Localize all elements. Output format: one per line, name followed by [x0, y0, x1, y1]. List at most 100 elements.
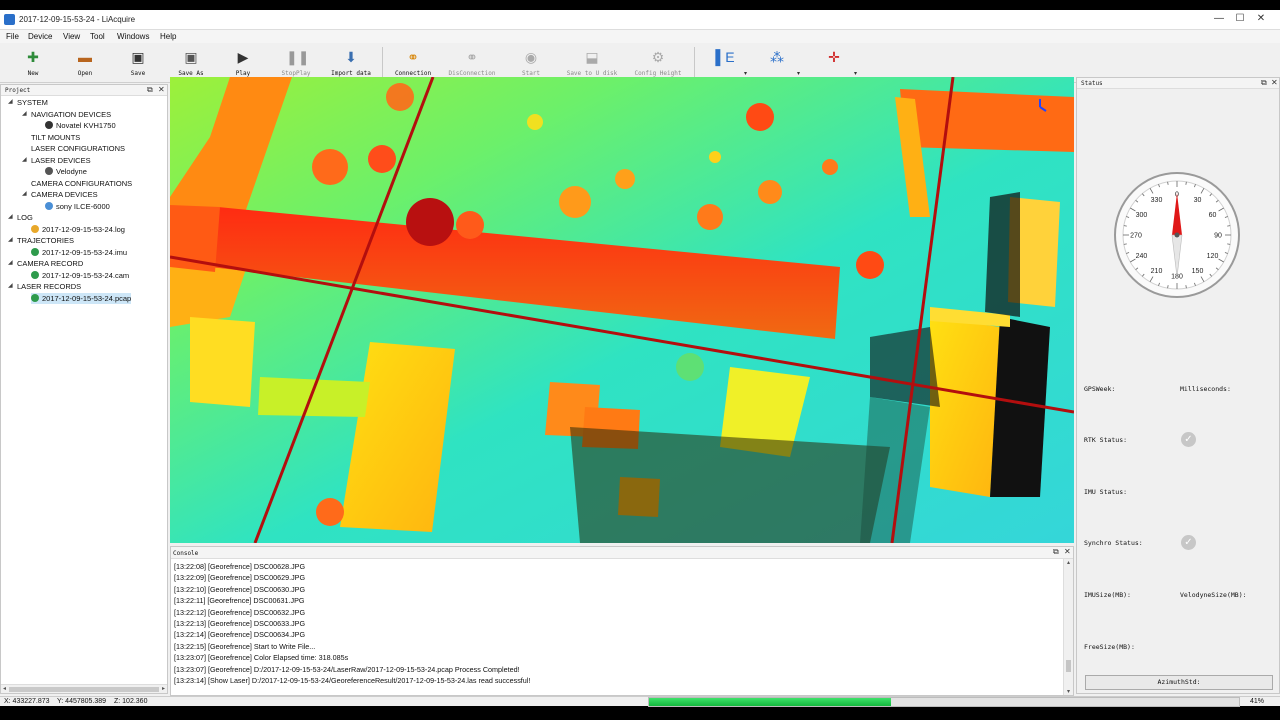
scrollbar-thumb[interactable] — [9, 687, 159, 692]
config-height-button[interactable]: ⚙ Config Height — [628, 45, 688, 81]
tree-item[interactable]: 2017-12-09-15-53-24.log — [31, 224, 125, 235]
tree-item[interactable]: ◢ LASER DEVICES — [22, 155, 91, 166]
console-line: [13:23:07] [Georefrence] Color Elapsed t… — [174, 653, 349, 663]
crosshair-button[interactable]: ✛ — [822, 45, 846, 81]
floppy-disk-icon: ▣ — [131, 49, 145, 65]
tree-item[interactable]: Velodyne — [45, 166, 87, 177]
scroll-down-icon[interactable]: ▾ — [1064, 688, 1073, 695]
camera-device-icon — [45, 201, 53, 210]
pause-icon: ❚❚ — [286, 49, 310, 65]
tree-item[interactable]: ◢ SYSTEM — [8, 97, 48, 108]
status-panel-header: Status ⧉ ✕ — [1077, 78, 1279, 89]
console-line: [13:22:13] [Georefrence] DSC00633.JPG — [174, 619, 306, 628]
title-bar: 2017-12-09-15-53-24 - LiAcquire — ☐ ✕ — [0, 10, 1280, 30]
compass-tick — [1227, 243, 1231, 245]
menu-help[interactable]: Help — [160, 32, 176, 41]
cam-file-icon — [31, 270, 39, 279]
tree-item-label: SYSTEM — [17, 98, 48, 107]
nav-device-icon — [45, 121, 53, 129]
tree-item[interactable]: 2017-12-09-15-53-24.pcap — [31, 292, 132, 304]
tree-item[interactable]: ◢ NAVIGATION DEVICES — [22, 109, 111, 120]
expand-toggle-icon[interactable]: ◢ — [8, 281, 13, 292]
menu-windows[interactable]: Windows — [117, 32, 149, 41]
synchro-status-label: Synchro Status: — [1084, 539, 1143, 547]
start-button[interactable]: ◉ Start — [516, 45, 546, 81]
expand-toggle-icon[interactable]: ◢ — [22, 155, 27, 166]
close-button[interactable]: ✕ — [1252, 12, 1270, 26]
point-cloud-button[interactable]: ⁂ — [765, 45, 789, 81]
chevron-down-icon[interactable]: ▾ — [797, 70, 800, 77]
maximize-button[interactable]: ☐ — [1231, 12, 1249, 26]
usb-disk-icon: ⬓ — [585, 49, 599, 65]
scroll-right-icon[interactable]: ▸ — [162, 685, 165, 694]
tree-item[interactable]: ◢ CAMERA DEVICES — [22, 189, 98, 200]
tree-item[interactable]: ◢ LOG — [8, 212, 33, 223]
tree-item[interactable]: ◢ LASER RECORDS — [8, 281, 82, 292]
disconnection-button[interactable]: ⚭ DisConnection — [444, 45, 500, 81]
save-button[interactable]: ▣ Save — [123, 45, 153, 81]
scroll-up-icon[interactable]: ▴ — [1064, 559, 1073, 566]
expand-toggle-icon[interactable]: ◢ — [8, 235, 13, 246]
play-button[interactable]: ▶ Play — [228, 45, 258, 81]
expand-toggle-icon[interactable]: ◢ — [22, 109, 27, 120]
save-as-button[interactable]: ▣ Save As — [172, 45, 210, 81]
new-button[interactable]: ✚ New — [18, 45, 48, 81]
play-icon: ▶ — [237, 49, 249, 65]
minimize-button[interactable]: — — [1210, 12, 1228, 26]
pcap-file-icon — [31, 293, 39, 302]
vertical-scrollbar[interactable]: ▴ ▾ — [1063, 559, 1073, 695]
console-line: [13:23:14] [Show Laser] D:/2017-12-09-15… — [174, 676, 531, 685]
compass-label: 330 — [1151, 197, 1163, 204]
compass-tick — [1185, 181, 1187, 185]
menu-view[interactable]: View — [63, 32, 80, 41]
float-panel-button[interactable]: ⧉ — [1261, 78, 1267, 88]
horizontal-scrollbar[interactable]: ◂ ▸ — [1, 684, 167, 693]
close-panel-button[interactable]: ✕ — [158, 85, 165, 94]
float-panel-button[interactable]: ⧉ — [1053, 547, 1059, 557]
tree-item-label: sony ILCE-6000 — [56, 201, 110, 211]
tree-item[interactable]: ◢ CAMERA RECORD — [8, 258, 83, 269]
import-data-button[interactable]: ⬇ Import data — [326, 45, 376, 81]
float-panel-button[interactable]: ⧉ — [147, 85, 153, 95]
point-cloud-viewport[interactable] — [170, 77, 1074, 543]
start-icon: ◉ — [524, 49, 538, 65]
tree-item[interactable]: LASER CONFIGURATIONS — [31, 143, 125, 154]
tree-item[interactable]: TILT MOUNTS — [31, 132, 80, 143]
tree-item[interactable]: sony ILCE-6000 — [45, 201, 110, 212]
tree-item-label: TRAJECTORIES — [17, 236, 74, 245]
gear-icon: ⚙ — [651, 49, 665, 65]
expand-toggle-icon[interactable]: ◢ — [8, 97, 13, 108]
save-to-u-disk-button[interactable]: ⬓ Save to U disk — [561, 45, 623, 81]
tree-item[interactable]: Novatel KVH1750 — [45, 120, 116, 131]
scroll-left-icon[interactable]: ◂ — [3, 685, 6, 694]
gps-week-label: GPSWeek: — [1084, 385, 1116, 393]
scrollbar-thumb[interactable] — [1066, 660, 1071, 672]
open-button[interactable]: ▬ Open — [70, 45, 100, 81]
menu-device[interactable]: Device — [28, 32, 52, 41]
chevron-down-icon[interactable]: ▾ — [854, 70, 857, 77]
azimuth-std-button[interactable]: AzimuthStd: — [1085, 675, 1273, 690]
tree-item[interactable]: 2017-12-09-15-53-24.imu — [31, 247, 127, 258]
close-panel-button[interactable]: ✕ — [1271, 78, 1278, 87]
imu-status-label: IMU Status: — [1084, 488, 1128, 496]
import-data-icon: ⬇ — [345, 49, 357, 65]
stop-play-button[interactable]: ❚❚ StopPlay — [276, 45, 316, 81]
menu-file[interactable]: File — [6, 32, 19, 41]
compass-label: 30 — [1194, 197, 1202, 204]
tree-item[interactable]: ◢ TRAJECTORIES — [8, 235, 74, 246]
expand-toggle-icon[interactable]: ◢ — [8, 212, 13, 223]
compass-label: 120 — [1207, 253, 1219, 260]
elevation-color-button[interactable]: ▌E — [713, 45, 737, 81]
tree-item[interactable]: CAMERA CONFIGURATIONS — [31, 178, 132, 189]
expand-toggle-icon[interactable]: ◢ — [22, 189, 27, 200]
tree-item-label: LASER RECORDS — [17, 282, 82, 291]
expand-toggle-icon[interactable]: ◢ — [8, 258, 13, 269]
compass-tick — [1167, 181, 1169, 185]
chevron-down-icon[interactable]: ▾ — [744, 70, 747, 77]
menu-tool[interactable]: Tool — [90, 32, 105, 41]
coord-x: X: 433227.873 — [4, 698, 50, 705]
tree-item[interactable]: 2017-12-09-15-53-24.cam — [31, 270, 129, 281]
compass-label: 300 — [1136, 212, 1148, 219]
close-panel-button[interactable]: ✕ — [1064, 547, 1071, 556]
connection-button[interactable]: ⚭ Connection — [390, 45, 436, 81]
